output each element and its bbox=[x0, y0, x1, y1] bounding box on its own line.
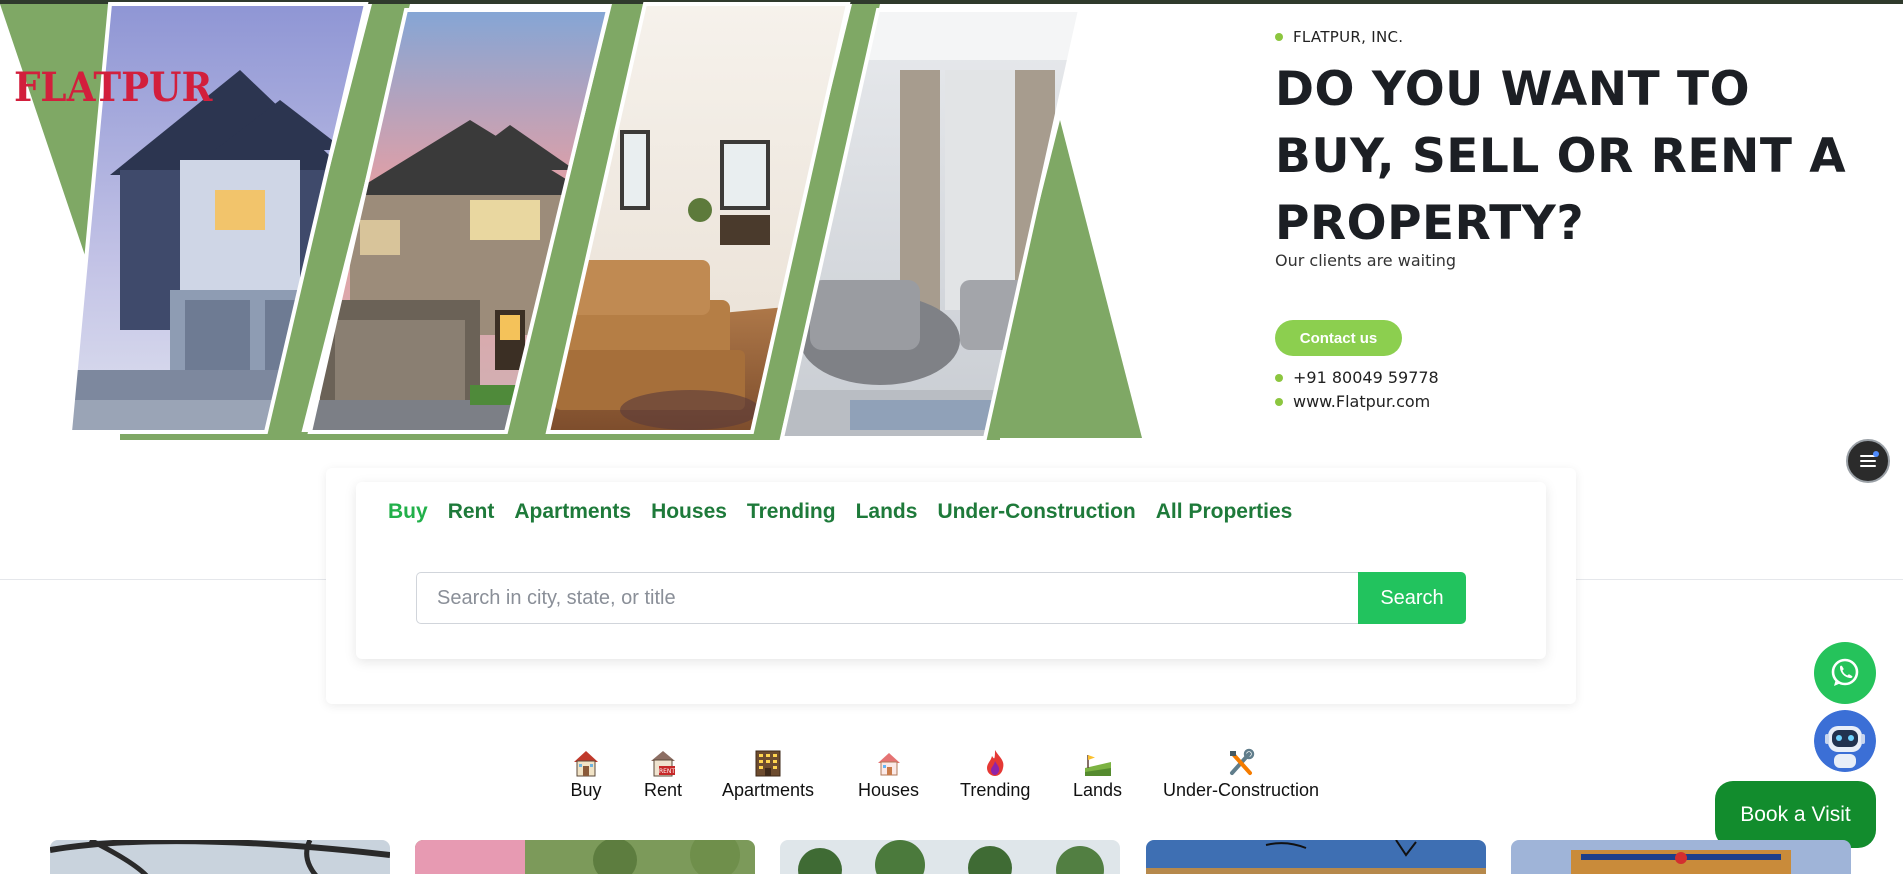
property-card[interactable] bbox=[415, 840, 755, 874]
notification-dot bbox=[1873, 451, 1879, 457]
category-lands[interactable]: Lands bbox=[1073, 748, 1122, 801]
phone-number: +91 80049 59778 bbox=[1293, 368, 1439, 387]
rent-house-icon: RENT bbox=[651, 751, 675, 777]
category-label: Under-Construction bbox=[1163, 780, 1320, 800]
property-card[interactable] bbox=[780, 840, 1120, 874]
category-label: Buy bbox=[570, 780, 602, 800]
contact-us-button[interactable]: Contact us bbox=[1275, 320, 1402, 356]
chatbot-button[interactable] bbox=[1814, 710, 1876, 772]
category-houses[interactable]: Houses bbox=[858, 748, 919, 801]
tab-under-construction[interactable]: Under-Construction bbox=[937, 500, 1135, 524]
robot-icon bbox=[1814, 710, 1876, 772]
bullet-dot-icon bbox=[1275, 373, 1283, 382]
tab-all-properties[interactable]: All Properties bbox=[1156, 500, 1293, 524]
company-name: FLATPUR, INC. bbox=[1293, 28, 1404, 46]
bullet-dot-icon bbox=[1275, 397, 1283, 406]
whatsapp-icon bbox=[1831, 658, 1859, 686]
website-url: www.Flatpur.com bbox=[1293, 392, 1431, 411]
tools-icon bbox=[1230, 748, 1255, 775]
category-buy[interactable]: Buy bbox=[570, 748, 602, 801]
apartment-building-icon bbox=[755, 750, 781, 777]
headline-line: BUY, SELL OR RENT A bbox=[1275, 129, 1847, 184]
headline-line: DO YOU WANT TO bbox=[1275, 62, 1751, 117]
headline-line: PROPERTY? bbox=[1275, 196, 1585, 251]
hamburger-icon bbox=[1860, 455, 1876, 467]
hero-banner: FLATPUR FLATPUR, INC. DO YOU WANT TO BUY… bbox=[0, 0, 1903, 440]
tab-rent[interactable]: Rent bbox=[448, 500, 495, 524]
category-trending[interactable]: Trending bbox=[960, 748, 1030, 801]
property-card[interactable] bbox=[1146, 840, 1486, 874]
book-a-visit-button[interactable]: Book a Visit bbox=[1715, 781, 1876, 848]
svg-text:RENT: RENT bbox=[659, 768, 675, 775]
category-label: Trending bbox=[960, 780, 1031, 800]
search-bar: Search bbox=[416, 572, 1466, 624]
category-label: Rent bbox=[644, 780, 683, 800]
bullet-dot-icon bbox=[1275, 33, 1283, 41]
house-icon bbox=[574, 751, 598, 777]
property-photo bbox=[780, 840, 1120, 874]
property-photo bbox=[415, 840, 755, 874]
tab-buy[interactable]: Buy bbox=[388, 500, 428, 524]
tab-trending[interactable]: Trending bbox=[747, 500, 836, 524]
category-label: Apartments bbox=[722, 780, 815, 800]
property-photo bbox=[1146, 840, 1486, 874]
search-button[interactable]: Search bbox=[1358, 572, 1466, 624]
company-line: FLATPUR, INC. bbox=[1275, 28, 1875, 46]
category-row: Buy RENT Rent Apartments Houses Trending… bbox=[0, 748, 1903, 804]
category-label: Lands bbox=[1073, 780, 1123, 800]
category-label: Houses bbox=[858, 780, 920, 800]
tab-houses[interactable]: Houses bbox=[651, 500, 727, 524]
brand-logo[interactable]: FLATPUR bbox=[14, 64, 212, 111]
small-house-icon bbox=[877, 753, 900, 776]
hero-text-block: FLATPUR, INC. DO YOU WANT TO BUY, SELL O… bbox=[1275, 28, 1875, 411]
search-input[interactable] bbox=[416, 572, 1358, 624]
hero-headline: DO YOU WANT TO BUY, SELL OR RENT A PROPE… bbox=[1275, 56, 1875, 257]
property-photo bbox=[1511, 840, 1851, 874]
tab-lands[interactable]: Lands bbox=[856, 500, 918, 524]
whatsapp-button[interactable] bbox=[1814, 642, 1876, 704]
property-photo bbox=[50, 840, 390, 874]
phone-line: +91 80049 59778 bbox=[1275, 368, 1439, 387]
search-tabs: Buy Rent Apartments Houses Trending Land… bbox=[388, 500, 1312, 524]
category-apartments[interactable]: Apartments bbox=[722, 748, 814, 801]
property-card[interactable] bbox=[1511, 840, 1851, 874]
menu-button[interactable] bbox=[1846, 439, 1890, 483]
category-under-construction[interactable]: Under-Construction bbox=[1163, 748, 1319, 801]
category-rent[interactable]: RENT Rent bbox=[644, 748, 682, 801]
tab-apartments[interactable]: Apartments bbox=[514, 500, 631, 524]
fire-icon bbox=[987, 750, 1004, 776]
property-card[interactable] bbox=[50, 840, 390, 874]
website-line: www.Flatpur.com bbox=[1275, 392, 1430, 411]
land-icon bbox=[1084, 755, 1111, 776]
